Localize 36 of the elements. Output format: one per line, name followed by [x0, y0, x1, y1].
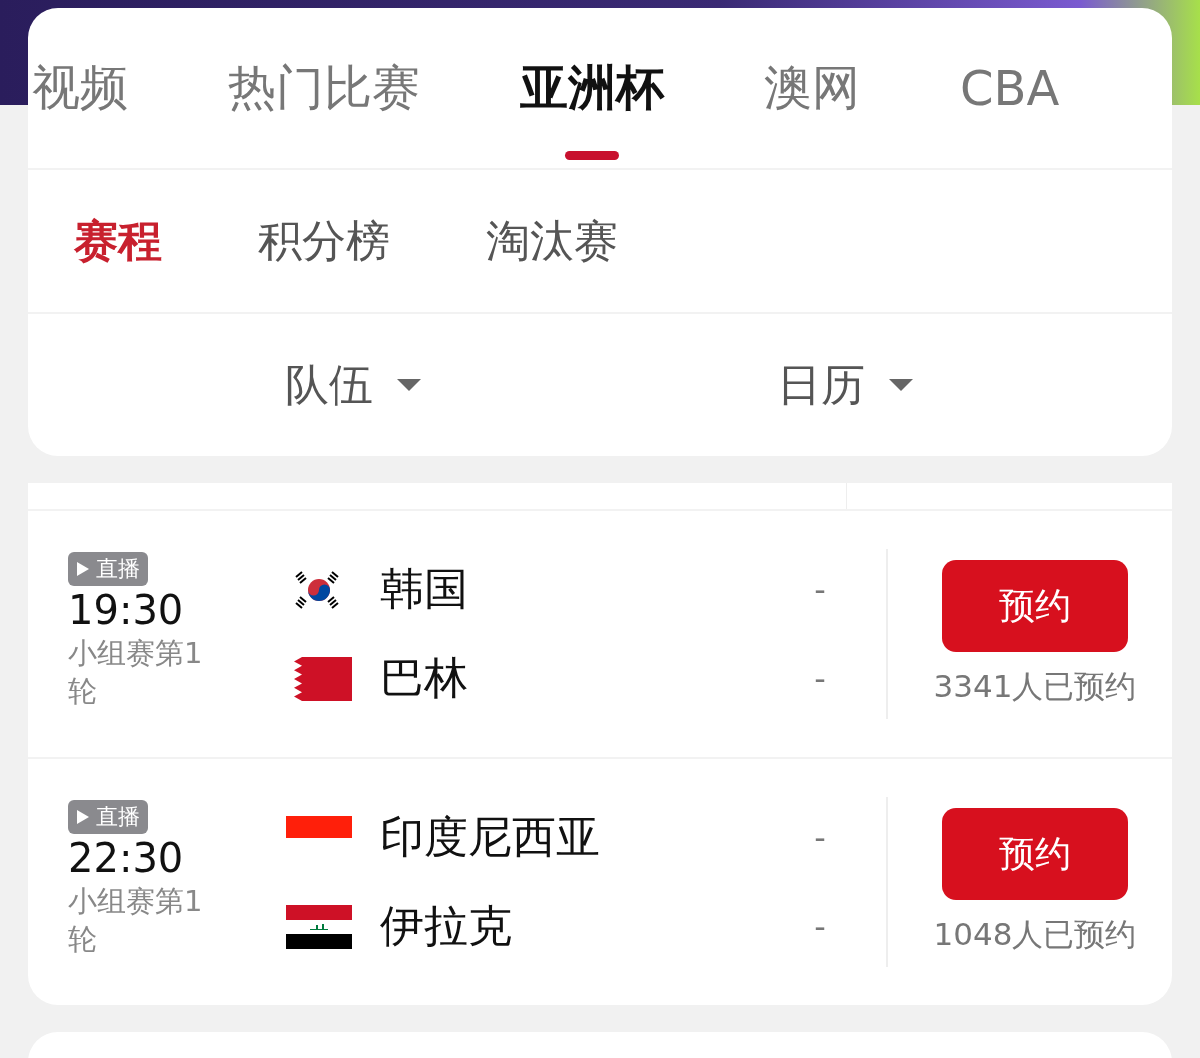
- filter-dropdown[interactable]: 队伍: [285, 355, 423, 415]
- reserve-button[interactable]: 预约: [942, 560, 1128, 652]
- match-time: 19:30: [68, 586, 184, 634]
- reservation-count: 1048人已预约: [933, 915, 1137, 954]
- live-badge: 直播: [68, 800, 148, 834]
- subtab[interactable]: 积分榜: [258, 211, 390, 271]
- play-icon: [76, 809, 90, 825]
- tab[interactable]: CBA: [960, 60, 1060, 116]
- caret-icon: [395, 377, 423, 393]
- tab[interactable]: 热门比赛: [228, 56, 420, 120]
- play-icon: [76, 561, 90, 577]
- score: -: [813, 818, 827, 857]
- score: -: [813, 570, 827, 609]
- team-name: 巴林: [380, 651, 469, 705]
- reservation-count: 3341人已预约: [933, 667, 1137, 706]
- match-time: 22:30: [68, 834, 184, 882]
- score: -: [813, 907, 827, 946]
- flag-icon: [286, 656, 352, 701]
- flag-icon: [286, 815, 352, 838]
- round-label: 小组赛第1轮: [68, 635, 204, 710]
- filter-dropdown[interactable]: 日历: [777, 355, 915, 415]
- subtab[interactable]: 淘汰赛: [486, 211, 618, 271]
- flag-icon: [286, 904, 352, 949]
- active-tab-indicator: [565, 151, 619, 160]
- team-name: 伊拉克: [380, 899, 513, 953]
- subtab[interactable]: 赛程: [74, 211, 162, 271]
- live-badge: 直播: [68, 552, 148, 586]
- team-name: 印度尼西亚: [380, 810, 601, 864]
- team-name: 韩国: [380, 562, 469, 616]
- round-label: 小组赛第1轮: [68, 883, 204, 958]
- score: -: [813, 659, 827, 698]
- tab[interactable]: 视频: [32, 56, 128, 120]
- tab[interactable]: 澳网: [764, 56, 860, 120]
- reserve-button[interactable]: 预约: [942, 808, 1128, 900]
- tab[interactable]: 亚洲杯: [520, 56, 664, 120]
- caret-icon: [887, 377, 915, 393]
